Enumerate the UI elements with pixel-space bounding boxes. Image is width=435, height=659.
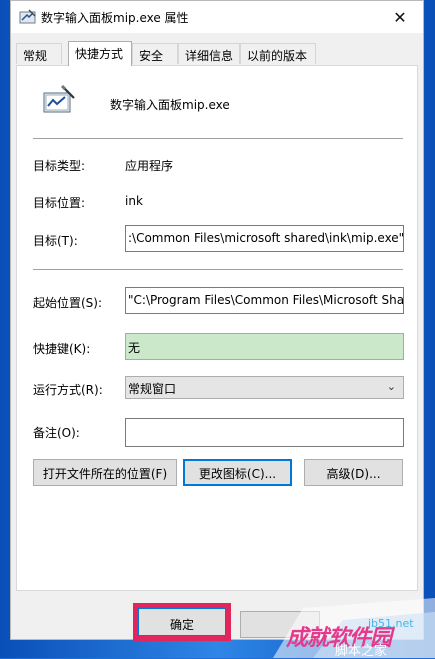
tab-details[interactable]: 详细信息 [178, 43, 240, 64]
tab-label: 常规 [23, 49, 48, 63]
close-icon: ✕ [393, 7, 407, 27]
tab-label: 安全 [139, 49, 164, 63]
target-type-label: 目标类型: [33, 159, 86, 173]
target-label: 目标(T): [33, 234, 78, 248]
shortcut-panel: 数字输入面板mip.exe 目标类型: 应用程序 目标位置: ink 目标(T)… [16, 65, 418, 591]
close-button[interactable]: ✕ [377, 1, 423, 33]
properties-dialog: 数字输入面板mip.exe 属性 ✕ 常规 快捷方式 安全 详细信息 以前的版本… [10, 0, 424, 640]
chevron-down-icon: ⌄ [386, 380, 396, 393]
tab-label: 详细信息 [185, 49, 234, 63]
tab-security[interactable]: 安全 [132, 43, 178, 64]
title-bar[interactable]: 数字输入面板mip.exe 属性 ✕ [11, 1, 423, 33]
shortcut-app-icon [19, 9, 37, 28]
tab-label: 以前的版本 [247, 49, 308, 63]
tab-shortcut[interactable]: 快捷方式 [68, 41, 132, 66]
tab-general[interactable]: 常规 [16, 43, 62, 64]
run-dropdown-value: 常规窗口 [128, 382, 177, 396]
app-name: 数字输入面板mip.exe [110, 98, 230, 112]
divider [33, 269, 403, 270]
run-label: 运行方式(R): [33, 383, 103, 397]
ok-highlight-box: 确定 [133, 603, 231, 641]
comment-input[interactable] [125, 418, 404, 447]
ok-button[interactable]: 确定 [138, 608, 226, 636]
start-in-input[interactable]: "C:\Program Files\Common Files\Microsoft… [125, 287, 404, 314]
watermark-sub: 脚本之家 [335, 644, 388, 659]
open-file-location-button[interactable]: 打开文件所在的位置(F) [33, 459, 177, 486]
pen-tablet-icon [43, 84, 77, 118]
target-type-value: 应用程序 [125, 159, 174, 173]
tab-previous-versions[interactable]: 以前的版本 [240, 43, 316, 64]
tab-label: 快捷方式 [75, 47, 124, 61]
advanced-button[interactable]: 高级(D)... [304, 459, 403, 486]
target-input[interactable]: :\Common Files\microsoft shared\ink\mip.… [125, 225, 404, 252]
run-dropdown[interactable]: 常规窗口 ⌄ [125, 376, 404, 399]
target-location-label: 目标位置: [33, 196, 86, 210]
target-location-value: ink [125, 194, 143, 208]
comment-label: 备注(O): [33, 426, 80, 440]
change-icon-button[interactable]: 更改图标(C)... [183, 459, 292, 486]
start-in-label: 起始位置(S): [33, 296, 103, 310]
hotkey-label: 快捷键(K): [33, 342, 91, 356]
hotkey-input[interactable]: 无 [125, 333, 404, 360]
divider [33, 138, 403, 139]
window-title: 数字输入面板mip.exe 属性 [41, 11, 189, 25]
